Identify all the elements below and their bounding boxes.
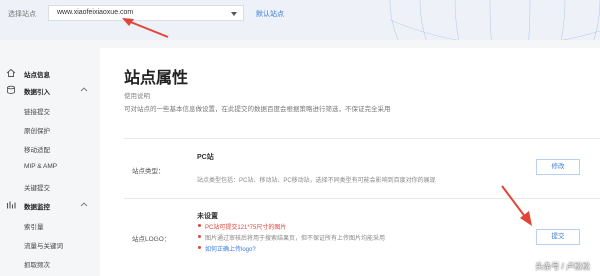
usage-title: 使用说明 bbox=[124, 93, 150, 100]
sidebar-item-label: 链接提交 bbox=[24, 109, 50, 116]
site-select-dropdown[interactable]: www.xiaofeixiaoxue.com bbox=[48, 5, 244, 21]
sidebar-item-label: 原创保护 bbox=[24, 128, 50, 135]
sidebar-item-label: 流量与关键词 bbox=[24, 243, 63, 250]
sidebar-item-site-info[interactable]: 站点信息 bbox=[0, 65, 100, 81]
site-type-label: 站点类型： bbox=[132, 168, 165, 175]
sidebar-item-label: MIP & AMP bbox=[24, 163, 58, 170]
sidebar-item-label: 抓取频次 bbox=[24, 262, 50, 269]
sidebar-nav: 站点信息 数据引入 链接提交 原创保护 移动适配 MIP & AMP 关键提交 … bbox=[0, 55, 100, 276]
main-panel: 站点属性 使用说明 可对站点的一些基本信息做设置，在此提交的数据百度会根据策略进… bbox=[100, 48, 600, 276]
divider bbox=[124, 138, 600, 139]
watermark: 头条号 / 卢松松 bbox=[535, 262, 590, 271]
site-type-description: 站点类型包括：PC站、移动站、PC移动站，选择不同类型有可能会影响到百度对你的展… bbox=[197, 178, 436, 184]
sidebar-item-label: 数据引入 bbox=[24, 89, 50, 96]
list-item: 如何正确上传logo? bbox=[197, 244, 385, 255]
default-site-link[interactable]: 默认站点 bbox=[256, 9, 284, 19]
site-select-label: 选择站点 bbox=[8, 11, 36, 18]
list-item: 图片通过审核后将用于搜索结果页，但不保证所有上传图片均能采用 bbox=[197, 233, 385, 244]
chevron-up-icon[interactable] bbox=[80, 86, 88, 92]
globe-decoration-icon bbox=[389, 0, 600, 40]
chart-icon bbox=[6, 201, 16, 209]
logo-help-link[interactable]: 如何正确上传logo? bbox=[205, 247, 256, 253]
caret-down-icon[interactable] bbox=[231, 12, 237, 16]
sidebar-item-label: 站点信息 bbox=[24, 72, 50, 79]
data-import-icon bbox=[7, 85, 15, 94]
sidebar-item-label: 索引量 bbox=[24, 224, 44, 231]
sidebar-item-traffic-keywords[interactable]: 流量与关键词 bbox=[0, 236, 100, 252]
sidebar-item-crawl-frequency[interactable]: 抓取频次 bbox=[0, 255, 100, 271]
site-logo-status: 未设置 bbox=[197, 213, 218, 220]
sidebar-item-keyword-submit[interactable]: 关键提交 bbox=[0, 178, 100, 194]
site-type-value: PC站 bbox=[197, 154, 214, 161]
chevron-up-icon[interactable] bbox=[80, 201, 88, 207]
sidebar-item-data-import[interactable]: 数据引入 bbox=[0, 82, 100, 98]
sidebar-item-link-submit[interactable]: 链接提交 bbox=[0, 102, 100, 118]
site-logo-label: 站点LOGO： bbox=[132, 236, 171, 243]
site-select-value: www.xiaofeixiaoxue.com bbox=[57, 9, 134, 16]
sidebar-item-mip-amp[interactable]: MIP & AMP bbox=[0, 159, 100, 175]
home-icon bbox=[6, 68, 16, 77]
divider bbox=[124, 198, 600, 199]
site-selector-bar: 选择站点 www.xiaofeixiaoxue.com 默认站点 bbox=[0, 0, 600, 40]
list-item: PC站可提交121*75尺寸的图片 bbox=[197, 222, 385, 233]
sidebar-item-data-monitor[interactable]: 数据监控 bbox=[0, 197, 100, 213]
submit-logo-button[interactable]: 提交 bbox=[536, 229, 580, 245]
sidebar-item-original-protection[interactable]: 原创保护 bbox=[0, 121, 100, 137]
logo-rules-list: PC站可提交121*75尺寸的图片 图片通过审核后将用于搜索结果页，但不保证所有… bbox=[197, 222, 385, 255]
usage-description: 可对站点的一些基本信息做设置，在此提交的数据百度会根据策略进行筛选，不保证完全采… bbox=[124, 106, 391, 113]
page-title: 站点属性 bbox=[124, 70, 189, 87]
sidebar-item-mobile-adapt[interactable]: 移动适配 bbox=[0, 140, 100, 156]
sidebar-item-label: 移动适配 bbox=[24, 147, 50, 154]
sidebar-item-label: 数据监控 bbox=[24, 204, 50, 211]
sidebar-item-index-volume[interactable]: 索引量 bbox=[0, 217, 100, 233]
sidebar-item-label: 关键提交 bbox=[24, 185, 50, 192]
modify-site-type-button[interactable]: 修改 bbox=[536, 159, 580, 175]
